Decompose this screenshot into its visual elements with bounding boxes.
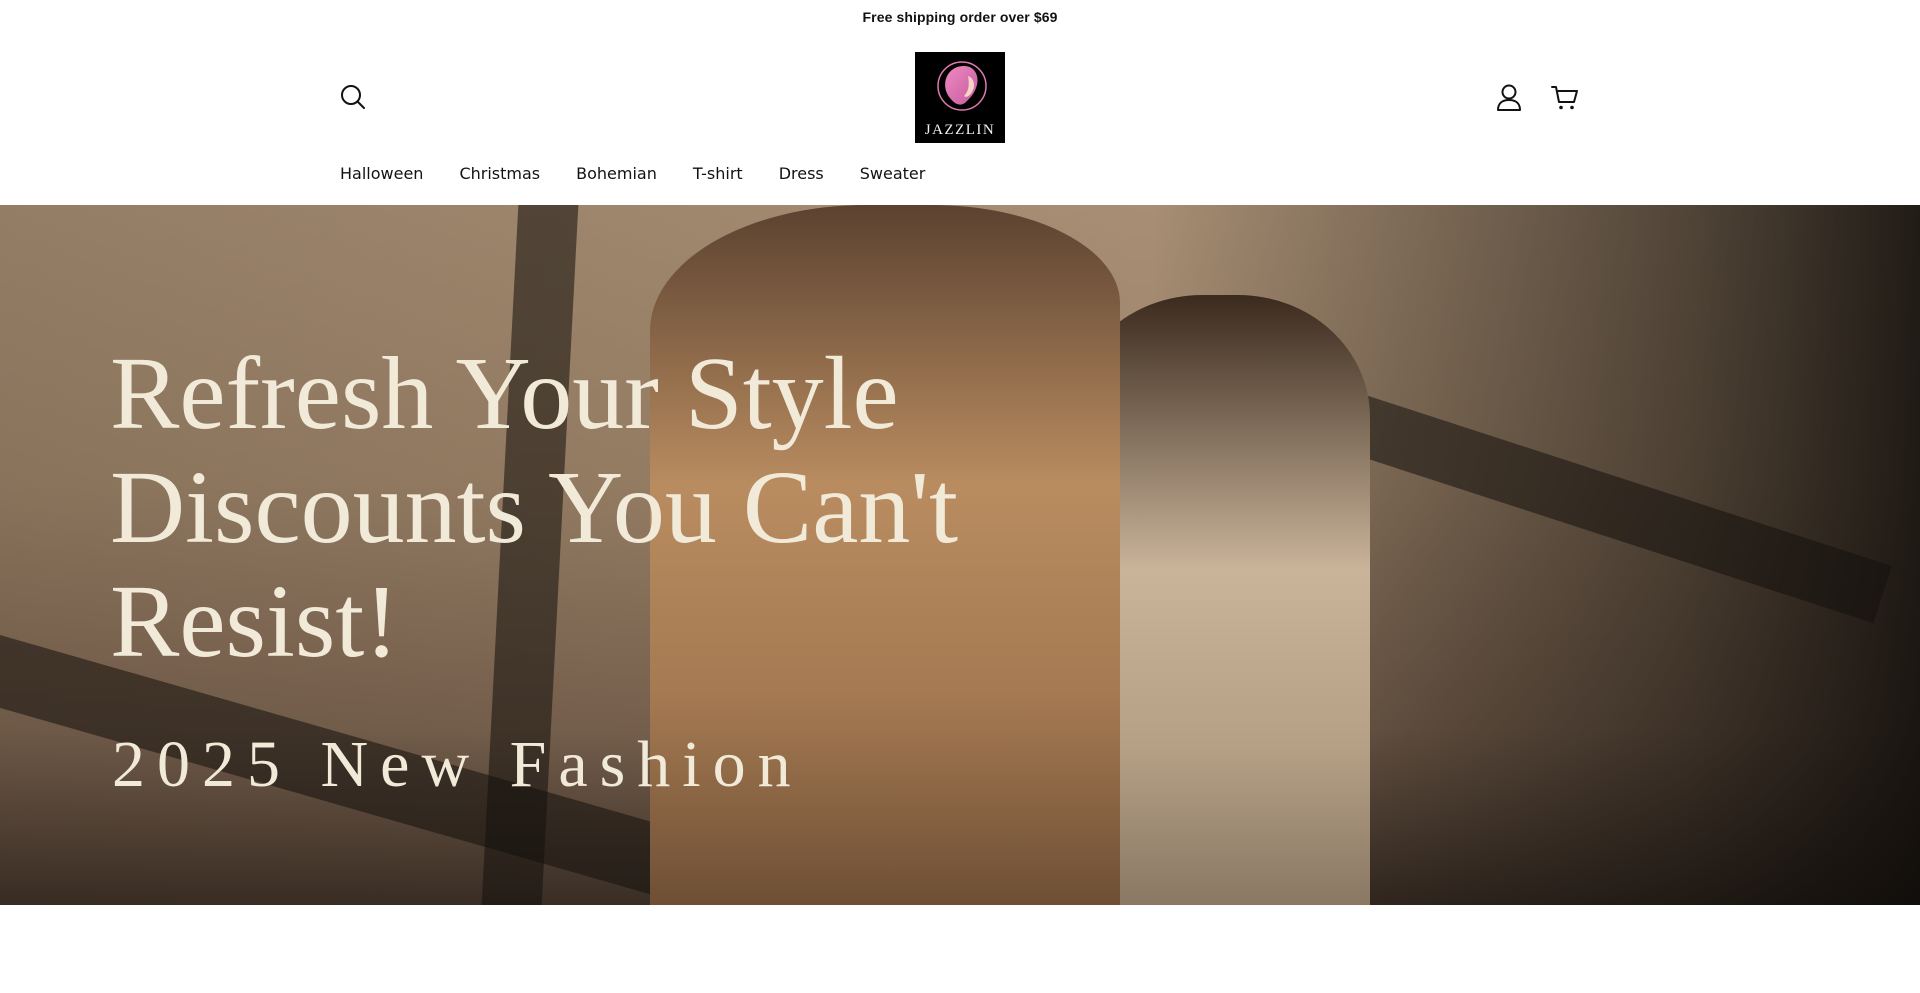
hero-subtitle: 2025 New Fashion [112, 728, 803, 801]
nav-item-sweater[interactable]: Sweater [860, 164, 926, 184]
account-icon [1497, 84, 1521, 111]
nav-item-dress[interactable]: Dress [779, 164, 824, 184]
hero-banner[interactable]: Refresh Your Style Discounts You Can't R… [0, 205, 1920, 905]
logo[interactable]: JAZZLIN [915, 52, 1005, 143]
hero-title-line-1: Refresh Your Style [110, 336, 899, 451]
next-section [0, 905, 1920, 993]
site-header: JAZZLIN Halloween Christmas Bohemian T-s… [0, 34, 1920, 205]
announcement-text: Free shipping order over $69 [862, 9, 1058, 25]
nav-item-christmas[interactable]: Christmas [459, 164, 540, 184]
nav-item-halloween[interactable]: Halloween [340, 164, 423, 184]
hero-title-line-2: Discounts You Can't [110, 450, 958, 565]
logo-text: JAZZLIN [924, 122, 996, 138]
search-icon [341, 85, 365, 109]
hero-title: Refresh Your Style Discounts You Can't R… [110, 337, 1110, 679]
cart-button[interactable] [1544, 78, 1586, 118]
main-nav: Halloween Christmas Bohemian T-shirt Dre… [340, 164, 961, 184]
announcement-bar: Free shipping order over $69 [0, 0, 1920, 34]
search-button[interactable] [334, 78, 372, 116]
nav-item-bohemian[interactable]: Bohemian [576, 164, 657, 184]
hero-title-line-3: Resist! [110, 564, 399, 679]
cart-icon [1551, 86, 1578, 110]
logo-emblem [937, 61, 987, 111]
nav-item-tshirt[interactable]: T-shirt [693, 164, 743, 184]
account-button[interactable] [1489, 78, 1529, 118]
